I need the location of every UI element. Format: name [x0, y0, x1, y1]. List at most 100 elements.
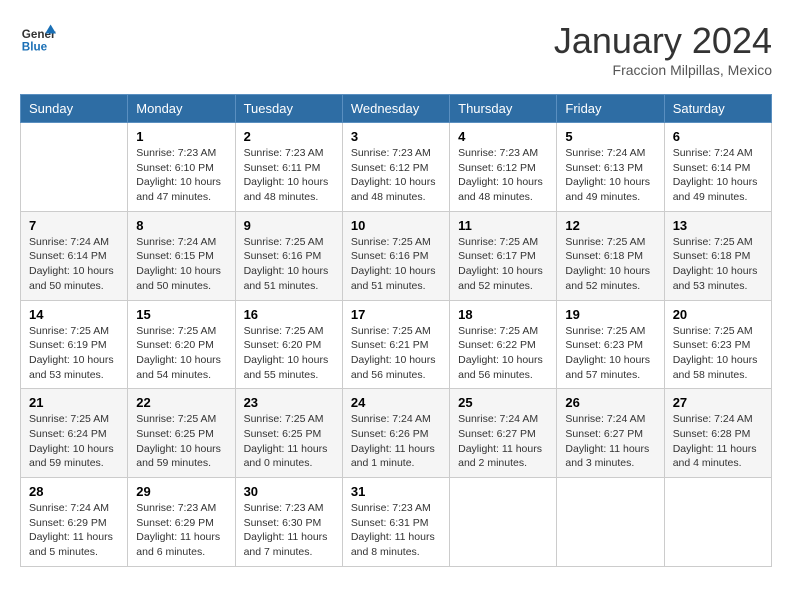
day-cell: 28 Sunrise: 7:24 AMSunset: 6:29 PMDayligh… — [21, 478, 128, 567]
day-info: Sunrise: 7:25 AMSunset: 6:23 PMDaylight:… — [673, 324, 763, 383]
day-cell: 30 Sunrise: 7:23 AMSunset: 6:30 PMDayligh… — [235, 478, 342, 567]
title-block: January 2024 Fraccion Milpillas, Mexico — [554, 20, 772, 78]
day-cell: 31 Sunrise: 7:23 AMSunset: 6:31 PMDayligh… — [342, 478, 449, 567]
day-info: Sunrise: 7:25 AMSunset: 6:21 PMDaylight:… — [351, 324, 441, 383]
day-number: 24 — [351, 395, 441, 410]
calendar-table: SundayMondayTuesdayWednesdayThursdayFrid… — [20, 94, 772, 567]
day-cell: 10 Sunrise: 7:25 AMSunset: 6:16 PMDayligh… — [342, 211, 449, 300]
day-number: 16 — [244, 307, 334, 322]
header-saturday: Saturday — [664, 95, 771, 123]
day-info: Sunrise: 7:24 AMSunset: 6:27 PMDaylight:… — [565, 412, 655, 471]
day-cell: 13 Sunrise: 7:25 AMSunset: 6:18 PMDayligh… — [664, 211, 771, 300]
day-number: 23 — [244, 395, 334, 410]
week-row-1: 1Sunrise: 7:23 AMSunset: 6:10 PMDaylight… — [21, 123, 772, 212]
day-info: Sunrise: 7:24 AMSunset: 6:29 PMDaylight:… — [29, 501, 119, 560]
svg-text:Blue: Blue — [22, 41, 48, 54]
day-number: 20 — [673, 307, 763, 322]
day-number: 29 — [136, 484, 226, 499]
day-info: Sunrise: 7:25 AMSunset: 6:17 PMDaylight:… — [458, 235, 548, 294]
day-info: Sunrise: 7:25 AMSunset: 6:22 PMDaylight:… — [458, 324, 548, 383]
day-info: Sunrise: 7:23 AMSunset: 6:31 PMDaylight:… — [351, 501, 441, 560]
day-number: 8 — [136, 218, 226, 233]
week-row-2: 7Sunrise: 7:24 AMSunset: 6:14 PMDaylight… — [21, 211, 772, 300]
day-cell: 11 Sunrise: 7:25 AMSunset: 6:17 PMDayligh… — [450, 211, 557, 300]
day-info: Sunrise: 7:24 AMSunset: 6:26 PMDaylight:… — [351, 412, 441, 471]
day-number: 13 — [673, 218, 763, 233]
header-thursday: Thursday — [450, 95, 557, 123]
header-sunday: Sunday — [21, 95, 128, 123]
day-cell: 3 Sunrise: 7:23 AMSunset: 6:12 PMDaylight… — [342, 123, 449, 212]
day-cell — [557, 478, 664, 567]
day-cell: 22Sunrise: 7:25 AMSunset: 6:25 PMDayligh… — [128, 389, 235, 478]
day-info: Sunrise: 7:25 AMSunset: 6:16 PMDaylight:… — [244, 235, 334, 294]
day-cell: 27 Sunrise: 7:24 AMSunset: 6:28 PMDayligh… — [664, 389, 771, 478]
day-number: 7 — [29, 218, 119, 233]
day-number: 27 — [673, 395, 763, 410]
day-info: Sunrise: 7:24 AMSunset: 6:28 PMDaylight:… — [673, 412, 763, 471]
day-info: Sunrise: 7:25 AMSunset: 6:18 PMDaylight:… — [565, 235, 655, 294]
day-number: 21 — [29, 395, 119, 410]
day-cell: 5 Sunrise: 7:24 AMSunset: 6:13 PMDaylight… — [557, 123, 664, 212]
month-title: January 2024 — [554, 20, 772, 62]
day-info: Sunrise: 7:23 AMSunset: 6:12 PMDaylight:… — [458, 146, 548, 205]
day-cell: 4 Sunrise: 7:23 AMSunset: 6:12 PMDaylight… — [450, 123, 557, 212]
day-cell: 16 Sunrise: 7:25 AMSunset: 6:20 PMDayligh… — [235, 300, 342, 389]
day-info: Sunrise: 7:25 AMSunset: 6:25 PMDaylight:… — [244, 412, 334, 471]
day-number: 19 — [565, 307, 655, 322]
day-number: 10 — [351, 218, 441, 233]
day-info: Sunrise: 7:25 AMSunset: 6:20 PMDaylight:… — [244, 324, 334, 383]
day-cell: 19Sunrise: 7:25 AMSunset: 6:23 PMDayligh… — [557, 300, 664, 389]
day-cell: 29 Sunrise: 7:23 AMSunset: 6:29 PMDayligh… — [128, 478, 235, 567]
day-number: 17 — [351, 307, 441, 322]
day-info: Sunrise: 7:25 AMSunset: 6:19 PMDaylight:… — [29, 324, 119, 383]
day-cell: 12 Sunrise: 7:25 AMSunset: 6:18 PMDayligh… — [557, 211, 664, 300]
day-number: 9 — [244, 218, 334, 233]
page-header: General Blue January 2024 Fraccion Milpi… — [20, 20, 772, 78]
day-info: Sunrise: 7:25 AMSunset: 6:16 PMDaylight:… — [351, 235, 441, 294]
day-info: Sunrise: 7:23 AMSunset: 6:12 PMDaylight:… — [351, 146, 441, 205]
day-info: Sunrise: 7:23 AMSunset: 6:11 PMDaylight:… — [244, 146, 334, 205]
day-cell: 26Sunrise: 7:24 AMSunset: 6:27 PMDayligh… — [557, 389, 664, 478]
day-cell: 21 Sunrise: 7:25 AMSunset: 6:24 PMDayligh… — [21, 389, 128, 478]
day-cell: 7Sunrise: 7:24 AMSunset: 6:14 PMDaylight… — [21, 211, 128, 300]
day-number: 12 — [565, 218, 655, 233]
header-monday: Monday — [128, 95, 235, 123]
day-number: 18 — [458, 307, 548, 322]
day-number: 5 — [565, 129, 655, 144]
day-info: Sunrise: 7:25 AMSunset: 6:25 PMDaylight:… — [136, 412, 226, 471]
header-tuesday: Tuesday — [235, 95, 342, 123]
week-row-4: 21 Sunrise: 7:25 AMSunset: 6:24 PMDayligh… — [21, 389, 772, 478]
header-row: SundayMondayTuesdayWednesdayThursdayFrid… — [21, 95, 772, 123]
day-info: Sunrise: 7:24 AMSunset: 6:13 PMDaylight:… — [565, 146, 655, 205]
day-cell: 25Sunrise: 7:24 AMSunset: 6:27 PMDayligh… — [450, 389, 557, 478]
week-row-5: 28 Sunrise: 7:24 AMSunset: 6:29 PMDayligh… — [21, 478, 772, 567]
day-number: 31 — [351, 484, 441, 499]
day-number: 6 — [673, 129, 763, 144]
day-number: 3 — [351, 129, 441, 144]
day-info: Sunrise: 7:24 AMSunset: 6:14 PMDaylight:… — [673, 146, 763, 205]
day-number: 2 — [244, 129, 334, 144]
day-cell: 6 Sunrise: 7:24 AMSunset: 6:14 PMDaylight… — [664, 123, 771, 212]
day-info: Sunrise: 7:24 AMSunset: 6:15 PMDaylight:… — [136, 235, 226, 294]
day-info: Sunrise: 7:23 AMSunset: 6:10 PMDaylight:… — [136, 146, 226, 205]
header-friday: Friday — [557, 95, 664, 123]
day-cell: 20 Sunrise: 7:25 AMSunset: 6:23 PMDayligh… — [664, 300, 771, 389]
day-cell — [664, 478, 771, 567]
logo: General Blue — [20, 20, 56, 56]
day-cell: 14Sunrise: 7:25 AMSunset: 6:19 PMDayligh… — [21, 300, 128, 389]
day-info: Sunrise: 7:23 AMSunset: 6:29 PMDaylight:… — [136, 501, 226, 560]
day-number: 30 — [244, 484, 334, 499]
day-cell: 24 Sunrise: 7:24 AMSunset: 6:26 PMDayligh… — [342, 389, 449, 478]
subtitle: Fraccion Milpillas, Mexico — [554, 62, 772, 78]
day-cell: 2 Sunrise: 7:23 AMSunset: 6:11 PMDaylight… — [235, 123, 342, 212]
day-number: 28 — [29, 484, 119, 499]
day-number: 4 — [458, 129, 548, 144]
header-wednesday: Wednesday — [342, 95, 449, 123]
day-number: 11 — [458, 218, 548, 233]
day-info: Sunrise: 7:24 AMSunset: 6:27 PMDaylight:… — [458, 412, 548, 471]
day-info: Sunrise: 7:23 AMSunset: 6:30 PMDaylight:… — [244, 501, 334, 560]
day-info: Sunrise: 7:25 AMSunset: 6:18 PMDaylight:… — [673, 235, 763, 294]
day-info: Sunrise: 7:25 AMSunset: 6:24 PMDaylight:… — [29, 412, 119, 471]
logo-icon: General Blue — [20, 20, 56, 56]
day-cell: 1Sunrise: 7:23 AMSunset: 6:10 PMDaylight… — [128, 123, 235, 212]
